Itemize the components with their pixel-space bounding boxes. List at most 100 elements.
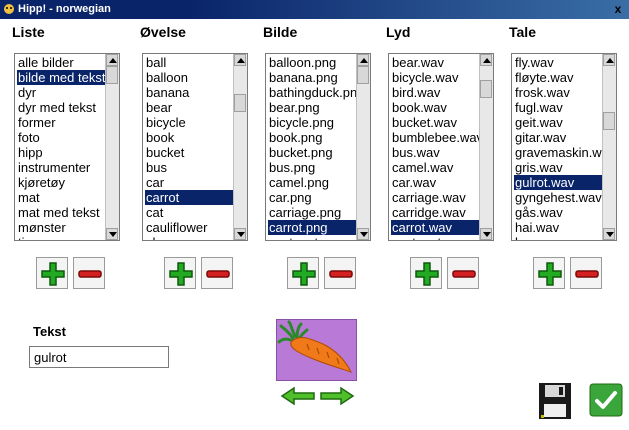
list-item[interactable]: ball — [145, 55, 233, 70]
list-item[interactable]: instrumenter — [17, 160, 105, 175]
scroll-down-button[interactable] — [357, 228, 369, 240]
scrollbar[interactable] — [356, 54, 370, 240]
remove-button[interactable] — [447, 257, 479, 289]
add-button[interactable] — [410, 257, 442, 289]
list-item[interactable]: bilde med tekst — [17, 70, 105, 85]
list-item[interactable]: bus.wav — [391, 145, 479, 160]
scroll-thumb[interactable] — [234, 94, 246, 112]
list-item[interactable]: carridge.wav — [391, 205, 479, 220]
list-item[interactable]: cherry — [145, 235, 233, 240]
list-item[interactable]: car — [145, 175, 233, 190]
list-item[interactable]: bird.wav — [391, 85, 479, 100]
list-item[interactable]: bear.png — [268, 100, 356, 115]
list-item[interactable]: car.wav — [391, 175, 479, 190]
list-item[interactable]: gås.wav — [514, 205, 602, 220]
list-item[interactable]: bus — [145, 160, 233, 175]
remove-button[interactable] — [570, 257, 602, 289]
list-item[interactable]: kjøretøy — [17, 175, 105, 190]
list-item[interactable]: carriage.png — [268, 205, 356, 220]
list-item[interactable]: bus.png — [268, 160, 356, 175]
list-item[interactable]: balloon.png — [268, 55, 356, 70]
list-item[interactable]: carrot.wav — [391, 220, 479, 235]
listbox[interactable]: ball balloon banana bear bicycle book bucket bu… — [142, 53, 248, 241]
list-item[interactable]: carriage.wav — [391, 190, 479, 205]
list-item[interactable]: frosk.wav — [514, 85, 602, 100]
list-item[interactable]: castanet.png — [268, 235, 356, 240]
remove-button[interactable] — [73, 257, 105, 289]
list-item[interactable]: alle bilder — [17, 55, 105, 70]
list-item[interactable]: bicycle.png — [268, 115, 356, 130]
list-item[interactable]: bear — [145, 100, 233, 115]
add-button[interactable] — [164, 257, 196, 289]
scroll-thumb[interactable] — [106, 66, 118, 84]
scroll-thumb[interactable] — [480, 80, 492, 98]
list-item[interactable]: fløyte.wav — [514, 70, 602, 85]
arrow-left-icon[interactable] — [280, 386, 316, 406]
list-item[interactable]: mat med tekst — [17, 205, 105, 220]
list-item[interactable]: castanet.wav — [391, 235, 479, 240]
list-item[interactable]: banana.png — [268, 70, 356, 85]
scroll-up-button[interactable] — [603, 54, 615, 66]
list-item[interactable]: bear.wav — [391, 55, 479, 70]
scrollbar[interactable] — [105, 54, 119, 240]
list-item[interactable]: carrot.png — [268, 220, 356, 235]
scrollbar[interactable] — [602, 54, 616, 240]
listbox[interactable]: bear.wav bicycle.wav bird.wav book.wav bucke… — [388, 53, 494, 241]
list-item[interactable]: hane.wav — [514, 235, 602, 240]
list-item[interactable]: foto — [17, 130, 105, 145]
list-item[interactable]: bathingduck.png — [268, 85, 356, 100]
remove-button[interactable] — [324, 257, 356, 289]
list-item[interactable]: balloon — [145, 70, 233, 85]
add-button[interactable] — [533, 257, 565, 289]
scroll-down-button[interactable] — [234, 228, 246, 240]
list-item[interactable]: bucket.png — [268, 145, 356, 160]
listbox[interactable]: balloon.png banana.png bathingduck.png bear… — [265, 53, 371, 241]
list-item[interactable]: former — [17, 115, 105, 130]
list-item[interactable]: bicycle — [145, 115, 233, 130]
list-item[interactable]: banana — [145, 85, 233, 100]
scroll-up-button[interactable] — [357, 54, 369, 66]
list-item[interactable]: mat — [17, 190, 105, 205]
list-item[interactable]: camel.wav — [391, 160, 479, 175]
list-item[interactable]: book.png — [268, 130, 356, 145]
listbox[interactable]: fly.wav fløyte.wav frosk.wav fugl.wav geit.w… — [511, 53, 617, 241]
list-item[interactable]: book — [145, 130, 233, 145]
arrow-right-icon[interactable] — [319, 386, 355, 406]
list-item[interactable]: fugl.wav — [514, 100, 602, 115]
list-item[interactable]: gravemaskin.wav — [514, 145, 602, 160]
scroll-down-button[interactable] — [603, 228, 615, 240]
list-item[interactable]: car.png — [268, 190, 356, 205]
text-input[interactable] — [29, 346, 169, 368]
list-item[interactable]: book.wav — [391, 100, 479, 115]
scroll-down-button[interactable] — [480, 228, 492, 240]
add-button[interactable] — [36, 257, 68, 289]
scroll-up-button[interactable] — [234, 54, 246, 66]
list-item[interactable]: ting — [17, 235, 105, 240]
scrollbar[interactable] — [233, 54, 247, 240]
scroll-down-button[interactable] — [106, 228, 118, 240]
scrollbar[interactable] — [479, 54, 493, 240]
list-item[interactable]: cauliflower — [145, 220, 233, 235]
list-item[interactable]: dyr — [17, 85, 105, 100]
list-item[interactable]: bucket.wav — [391, 115, 479, 130]
list-item[interactable]: hai.wav — [514, 220, 602, 235]
list-item[interactable]: gyngehest.wav — [514, 190, 602, 205]
list-item[interactable]: gulrot.wav — [514, 175, 602, 190]
list-item[interactable]: bicycle.wav — [391, 70, 479, 85]
list-item[interactable]: gitar.wav — [514, 130, 602, 145]
picture-preview[interactable] — [276, 319, 357, 381]
add-button[interactable] — [287, 257, 319, 289]
scroll-up-button[interactable] — [106, 54, 118, 66]
listbox[interactable]: alle bilder bilde med tekst dyr dyr med tek… — [14, 53, 120, 241]
list-item[interactable]: bumblebee.wav — [391, 130, 479, 145]
list-item[interactable]: mønster — [17, 220, 105, 235]
list-item[interactable]: carrot — [145, 190, 233, 205]
list-item[interactable]: fly.wav — [514, 55, 602, 70]
list-item[interactable]: dyr med tekst — [17, 100, 105, 115]
checkmark-icon[interactable] — [589, 383, 623, 417]
list-item[interactable]: cat — [145, 205, 233, 220]
list-item[interactable]: bucket — [145, 145, 233, 160]
scroll-up-button[interactable] — [480, 54, 492, 66]
list-item[interactable]: hipp — [17, 145, 105, 160]
floppy-disk-icon[interactable] — [538, 382, 572, 420]
